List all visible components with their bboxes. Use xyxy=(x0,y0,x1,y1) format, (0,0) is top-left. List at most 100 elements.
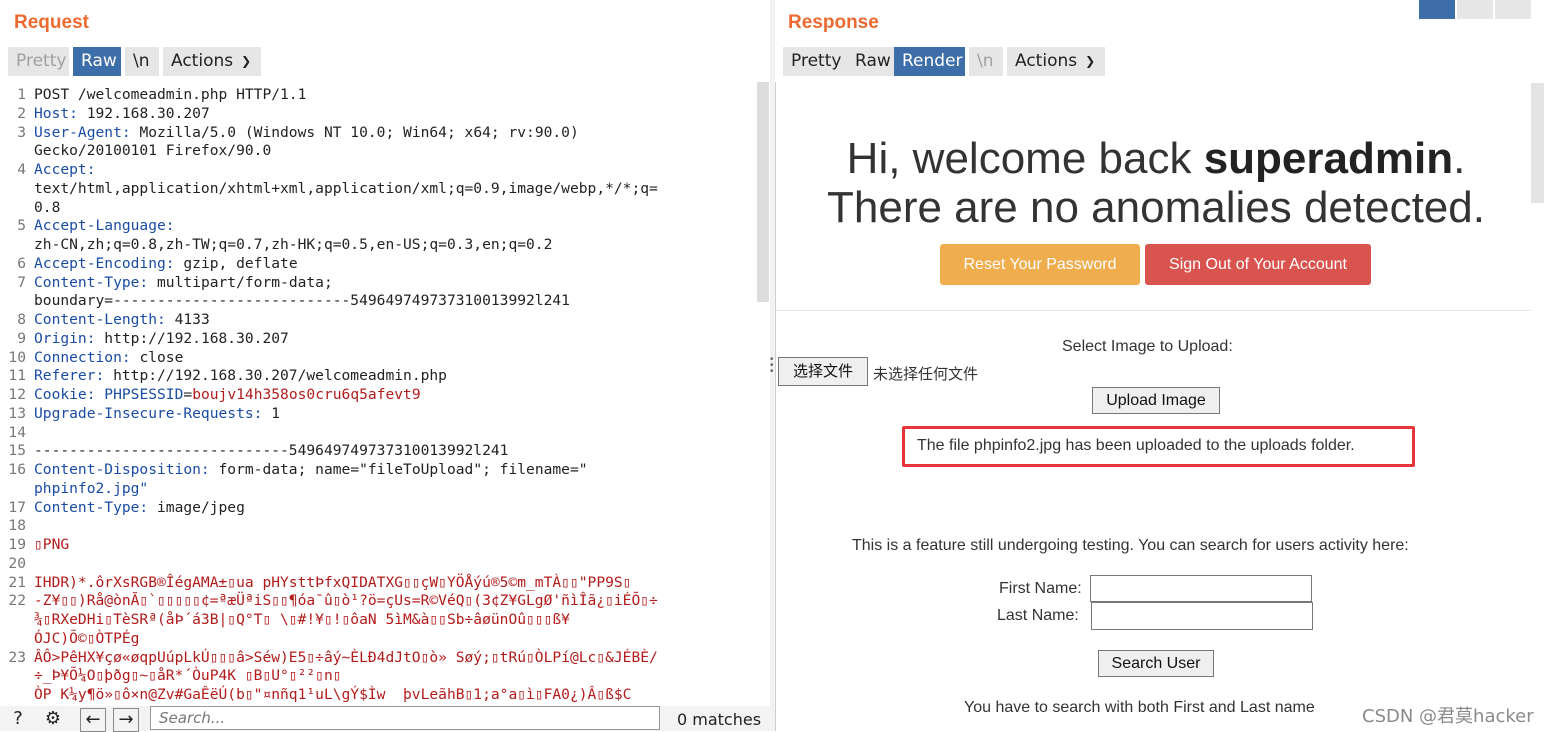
reset-password-button[interactable]: Reset Your Password xyxy=(940,244,1140,285)
line-content: ▯PNG xyxy=(34,535,69,554)
render-scrollbar[interactable] xyxy=(1531,83,1544,203)
view-split-vertical-icon[interactable] xyxy=(1457,0,1493,19)
cookie-name: PHPSESSID xyxy=(96,386,184,403)
request-line[interactable]: 5Accept-Language: xyxy=(0,216,755,235)
response-tab-raw[interactable]: Raw xyxy=(847,47,894,76)
line-number: 18 xyxy=(0,516,26,535)
line-number: 15 xyxy=(0,441,26,460)
splitter-handle-icon[interactable]: ••• xyxy=(770,357,774,375)
line-number: 1 xyxy=(0,85,26,104)
header-value: Gecko/20100101 Firefox/90.0 xyxy=(34,142,271,159)
request-tab-newline[interactable]: \n xyxy=(125,47,159,76)
first-name-input[interactable] xyxy=(1090,575,1312,602)
cookie-value: boujv14h358os0cru6q5afevt9 xyxy=(192,386,420,403)
request-line[interactable]: 23ÂÔ>PêHX¥çø«øqpUúpLkÚ▯▯▯â>Séw)E5▯÷âý~ÈL… xyxy=(0,648,755,667)
view-split-horizontal-icon[interactable] xyxy=(1419,0,1455,19)
request-line[interactable]: 1 POST /welcomeadmin.php HTTP/1.1 xyxy=(0,85,755,104)
header-key: Content-Type: xyxy=(34,274,148,291)
request-line[interactable]: 17 Content-Type: image/jpeg xyxy=(0,498,755,517)
request-line[interactable]: 20 xyxy=(0,554,755,573)
sign-out-button[interactable]: Sign Out of Your Account xyxy=(1145,244,1371,285)
upload-image-button[interactable]: Upload Image xyxy=(1092,387,1220,414)
response-tab-render[interactable]: Render xyxy=(894,47,965,76)
request-line[interactable]: ÷_Þ¥Õ¼O▯þðg▯~▯åR*´ÒuP4K ▯B▯U°▯²²▯n▯ xyxy=(0,666,755,685)
request-line[interactable]: ÓJC)Õ©▯ÒTPÉg xyxy=(0,629,755,648)
welcome-text: Hi, welcome back xyxy=(847,134,1204,183)
choose-file-button[interactable]: 选择文件 xyxy=(778,357,868,386)
line-content: POST /welcomeadmin.php HTTP/1.1 xyxy=(34,85,306,104)
request-line[interactable]: ÒP K¼y¶ö»▯ô×n@Zv#GaÊëÚ(b▯"¤nñq1¹uL\gÝ$Ìw… xyxy=(0,685,755,704)
line-number: 23 xyxy=(0,648,26,667)
last-name-label: Last Name: xyxy=(997,607,1079,625)
request-line[interactable]: 15-----------------------------549649749… xyxy=(0,441,755,460)
binary-content: IHDR)*.ôrXsRGB®ÎégAMA±▯ua pHYsttÞfxQIDAT… xyxy=(34,574,631,591)
header-key: Accept: xyxy=(34,161,96,178)
request-line[interactable]: 8Content-Length: 4133 xyxy=(0,310,755,329)
view-single-icon[interactable] xyxy=(1495,0,1531,19)
line-content: 0.8 xyxy=(34,198,60,217)
request-line[interactable]: boundary=---------------------------5496… xyxy=(0,291,755,310)
request-line[interactable]: Gecko/20100101 Firefox/90.0 xyxy=(0,141,755,160)
line-number: 19 xyxy=(0,535,26,554)
gear-icon[interactable]: ⚙ xyxy=(41,708,65,730)
request-line[interactable]: 19 ▯PNG xyxy=(0,535,755,554)
forward-arrow-icon[interactable]: → xyxy=(113,708,139,732)
line-content: Content-Type: image/jpeg xyxy=(34,498,245,517)
header-value: close xyxy=(131,349,184,366)
request-line[interactable]: 6Accept-Encoding: gzip, deflate xyxy=(0,254,755,273)
header-value: 0.8 xyxy=(34,199,60,216)
binary-content: -Z¥▯▯)Rå@ònÃ▯`▯▯▯▯▯¢=ªæÜªiS▯▯¶óa¯û▯ò¹?ö=… xyxy=(34,592,658,609)
line-content: Origin: http://192.168.30.207 xyxy=(34,329,289,348)
line-content: IHDR)*.ôrXsRGB®ÎégAMA±▯ua pHYsttÞfxQIDAT… xyxy=(34,573,631,592)
response-title: Response xyxy=(788,12,879,34)
request-scrollbar[interactable] xyxy=(757,82,769,302)
request-line[interactable]: 3User-Agent: Mozilla/5.0 (Windows NT 10.… xyxy=(0,123,755,142)
response-tab-pretty[interactable]: Pretty xyxy=(783,47,847,76)
binary-content: ÷_Þ¥Õ¼O▯þðg▯~▯åR*´ÒuP4K ▯B▯U°▯²²▯n▯ xyxy=(34,667,342,684)
line-number: 22 xyxy=(0,591,26,610)
line-number: 17 xyxy=(0,498,26,517)
request-tab-raw[interactable]: Raw xyxy=(73,47,121,76)
binary-content: ÒP K¼y¶ö»▯ô×n@Zv#GaÊëÚ(b▯"¤nñq1¹uL\gÝ$Ìw… xyxy=(34,686,631,703)
last-name-input[interactable] xyxy=(1091,602,1313,630)
search-user-button[interactable]: Search User xyxy=(1098,650,1214,677)
response-actions-menu[interactable]: Actions❯ xyxy=(1007,47,1105,76)
request-line[interactable]: phpinfo2.jpg" xyxy=(0,479,755,498)
request-line[interactable]: 7 Content-Type: multipart/form-data; xyxy=(0,273,755,292)
request-line[interactable]: 21IHDR)*.ôrXsRGB®ÎégAMA±▯ua pHYsttÞfxQID… xyxy=(0,573,755,592)
request-line[interactable]: 0.8 xyxy=(0,198,755,217)
search-requirement-note: You have to search with both First and L… xyxy=(964,699,1315,717)
feature-description: This is a feature still undergoing testi… xyxy=(852,537,1409,555)
request-line[interactable]: 2Host: 192.168.30.207 xyxy=(0,104,755,123)
line-content: ¾▯RXeDHi▯TèSRª(åÞ´á3B|▯Q°T▯ \▯#!¥▯!▯ôaN … xyxy=(34,610,570,629)
response-tab-newline[interactable]: \n xyxy=(969,47,1003,76)
header-value: text/html,application/xhtml+xml,applicat… xyxy=(34,180,658,197)
upload-message-highlight xyxy=(902,426,1415,467)
request-line[interactable]: 22 -Z¥▯▯)Rå@ònÃ▯`▯▯▯▯▯¢=ªæÜªiS▯▯¶óa¯û▯ò¹?… xyxy=(0,591,755,610)
request-line[interactable]: text/html,application/xhtml+xml,applicat… xyxy=(0,179,755,198)
back-arrow-icon[interactable]: ← xyxy=(80,708,106,732)
line-number: 7 xyxy=(0,273,26,292)
request-line[interactable]: 10Connection: close xyxy=(0,348,755,367)
request-editor[interactable]: 1 POST /welcomeadmin.php HTTP/1.12Host: 1… xyxy=(0,82,755,707)
request-line[interactable]: 14 xyxy=(0,423,755,442)
help-icon[interactable]: ? xyxy=(6,708,30,730)
request-line[interactable]: 16Content-Disposition: form-data; name="… xyxy=(0,460,755,479)
line-content: ÒP K¼y¶ö»▯ô×n@Zv#GaÊëÚ(b▯"¤nñq1¹uL\gÝ$Ìw… xyxy=(34,685,631,704)
request-tab-pretty[interactable]: Pretty xyxy=(8,47,69,76)
request-line[interactable]: 18 xyxy=(0,516,755,535)
request-line[interactable]: zh-CN,zh;q=0.8,zh-TW;q=0.7,zh-HK;q=0.5,e… xyxy=(0,235,755,254)
search-match-count: 0 matches xyxy=(677,710,761,729)
request-line[interactable]: ¾▯RXeDHi▯TèSRª(åÞ´á3B|▯Q°T▯ \▯#!¥▯!▯ôaN … xyxy=(0,610,755,629)
request-line[interactable]: 12Cookie: PHPSESSID=boujv14h358os0cru6q5… xyxy=(0,385,755,404)
header-value: multipart/form-data; xyxy=(148,274,333,291)
request-actions-menu[interactable]: Actions❯ xyxy=(163,47,261,76)
request-line[interactable]: 9Origin: http://192.168.30.207 xyxy=(0,329,755,348)
header-value: http://192.168.30.207 xyxy=(96,330,289,347)
request-search-input[interactable]: Search... xyxy=(150,706,660,730)
request-line[interactable]: 11Referer: http://192.168.30.207/welcome… xyxy=(0,366,755,385)
request-line[interactable]: 4Accept: xyxy=(0,160,755,179)
cookie-equals: = xyxy=(183,386,192,403)
header-value: form-data; name="fileToUpload"; filename… xyxy=(210,461,588,478)
request-line[interactable]: 13Upgrade-Insecure-Requests: 1 xyxy=(0,404,755,423)
